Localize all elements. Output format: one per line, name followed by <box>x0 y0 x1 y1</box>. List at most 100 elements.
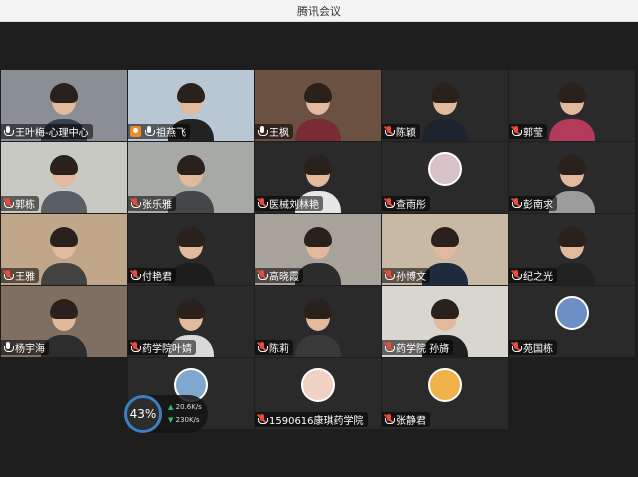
mic-muted-icon <box>383 126 395 137</box>
network-rates: 20.6K/s 230K/s <box>168 401 202 427</box>
participant-name: 陈莉 <box>269 344 289 355</box>
participant-video <box>422 79 468 141</box>
participant-name: 张乐雅 <box>142 200 172 211</box>
participant-name: 1590616康琪药学院 <box>269 416 364 427</box>
participant-name-bar: 王枫 <box>255 124 293 139</box>
participant-name-bar: 郭莹 <box>509 124 547 139</box>
mic-slash <box>383 198 394 208</box>
participant-name-bar: 高晓霞 <box>255 268 303 283</box>
network-status-widget[interactable]: 43% 20.6K/s 230K/s <box>124 395 208 433</box>
participant-hair <box>304 227 332 247</box>
participant-name: 杨宇海 <box>15 344 45 355</box>
participant-name: 王叶梅-心理中心 <box>15 128 89 139</box>
participant-tile[interactable]: 彭南求 <box>509 142 635 213</box>
participant-name-bar: 郭栋 <box>1 196 39 211</box>
participant-avatar <box>428 368 462 402</box>
participant-tile[interactable]: 医械刘林艳 <box>255 142 381 213</box>
participant-body <box>295 119 341 141</box>
mic-muted-icon <box>256 414 268 425</box>
participant-hair <box>50 227 78 247</box>
participant-avatar <box>428 152 462 186</box>
participant-hair <box>50 83 78 103</box>
participant-tile[interactable]: 付艳君 <box>128 214 254 285</box>
mic-slash <box>129 198 140 208</box>
participant-tile[interactable]: 郭莹 <box>509 70 635 141</box>
upload-rate: 20.6K/s <box>168 401 202 414</box>
window-title: 腾讯会议 <box>297 4 341 18</box>
participant-hair <box>431 299 459 319</box>
participant-tile[interactable]: 王雅 <box>1 214 127 285</box>
participant-name-bar: 陈颖 <box>382 124 420 139</box>
mic-slash <box>510 198 521 208</box>
mic-icon <box>3 342 14 353</box>
participant-name-bar: 孙博文 <box>382 268 430 283</box>
participant-tile[interactable]: 孙博文 <box>382 214 508 285</box>
mic-muted-icon <box>2 198 14 209</box>
mic-muted-icon <box>510 198 522 209</box>
participant-tile[interactable]: 高晓霞 <box>255 214 381 285</box>
video-grid: 王叶梅-心理中心 祖燕飞 王枫 陈颖 郭莹郭栋 张乐雅 医械刘林艳 查雨彤 彭南求王雅 付艳君 高晓… <box>0 70 638 357</box>
participant-name: 孙博文 <box>396 272 426 283</box>
participant-avatar <box>555 296 589 330</box>
mic-muted-icon <box>2 270 14 281</box>
mic-slash <box>256 342 267 352</box>
participant-tile[interactable]: 纪之光 <box>509 214 635 285</box>
participant-tile[interactable]: 祖燕飞 <box>128 70 254 141</box>
participant-hair <box>431 83 459 103</box>
mic-slash <box>256 198 267 208</box>
mic-slash <box>383 270 394 280</box>
participant-tile[interactable]: 王枫 <box>255 70 381 141</box>
participant-name: 郭莹 <box>523 128 543 139</box>
participant-tile[interactable]: 陈莉 <box>255 286 381 357</box>
participant-name-bar: 彭南求 <box>509 196 557 211</box>
participant-name-bar: 医械刘林艳 <box>255 196 323 211</box>
participant-tile[interactable]: 药学院叶婧 <box>128 286 254 357</box>
participant-tile[interactable]: 1590616康琪药学院 <box>255 358 381 429</box>
participant-tile[interactable]: 张乐雅 <box>128 142 254 213</box>
participant-video <box>549 79 595 141</box>
participant-name-bar: 纪之光 <box>509 268 557 283</box>
participant-tile[interactable]: 王叶梅-心理中心 <box>1 70 127 141</box>
participant-hair <box>558 227 586 247</box>
mic-icon <box>3 126 14 137</box>
participant-hair <box>304 83 332 103</box>
mic-slash <box>510 270 521 280</box>
mic-muted-icon <box>510 126 522 137</box>
participant-avatar <box>301 368 335 402</box>
participant-name: 查雨彤 <box>396 200 426 211</box>
mic-slash <box>129 270 140 280</box>
participant-hair <box>177 83 205 103</box>
participant-name: 陈颖 <box>396 128 416 139</box>
participant-video <box>295 295 341 357</box>
participant-tile[interactable]: 药学院 孙旖 <box>382 286 508 357</box>
mic-slash <box>383 342 394 352</box>
mic-muted-icon <box>129 270 141 281</box>
participant-tile[interactable]: 陈颖 <box>382 70 508 141</box>
participant-name-bar: 王雅 <box>1 268 39 283</box>
mic-icon <box>144 126 155 137</box>
participant-body <box>422 119 468 141</box>
mic-muted-icon <box>129 342 141 353</box>
mic-muted-icon <box>510 342 522 353</box>
participant-tile[interactable]: 郭栋 <box>1 142 127 213</box>
participant-name: 祖燕飞 <box>156 128 186 139</box>
participant-name: 医械刘林艳 <box>269 200 319 211</box>
mic-muted-icon <box>383 270 395 281</box>
participant-name: 王雅 <box>15 272 35 283</box>
host-badge-icon <box>130 126 141 137</box>
mic-muted-icon <box>383 198 395 209</box>
participant-tile[interactable]: 张静君 <box>382 358 508 429</box>
participant-body <box>549 119 595 141</box>
participant-name: 彭南求 <box>523 200 553 211</box>
participant-name-bar: 祖燕飞 <box>128 124 190 139</box>
participant-tile[interactable]: 查雨彤 <box>382 142 508 213</box>
meeting-stage: 王叶梅-心理中心 祖燕飞 王枫 陈颖 郭莹郭栋 张乐雅 医械刘林艳 查雨彤 彭南求王雅 付艳君 高晓… <box>0 22 638 477</box>
participant-name: 付艳君 <box>142 272 172 283</box>
participant-hair <box>558 83 586 103</box>
participant-tile[interactable]: 杨宇海 <box>1 286 127 357</box>
window-titlebar: 腾讯会议 <box>0 0 638 22</box>
participant-tile[interactable]: 苑国栋 <box>509 286 635 357</box>
mic-muted-icon <box>383 414 395 425</box>
participant-hair <box>177 155 205 175</box>
participant-hair <box>304 299 332 319</box>
